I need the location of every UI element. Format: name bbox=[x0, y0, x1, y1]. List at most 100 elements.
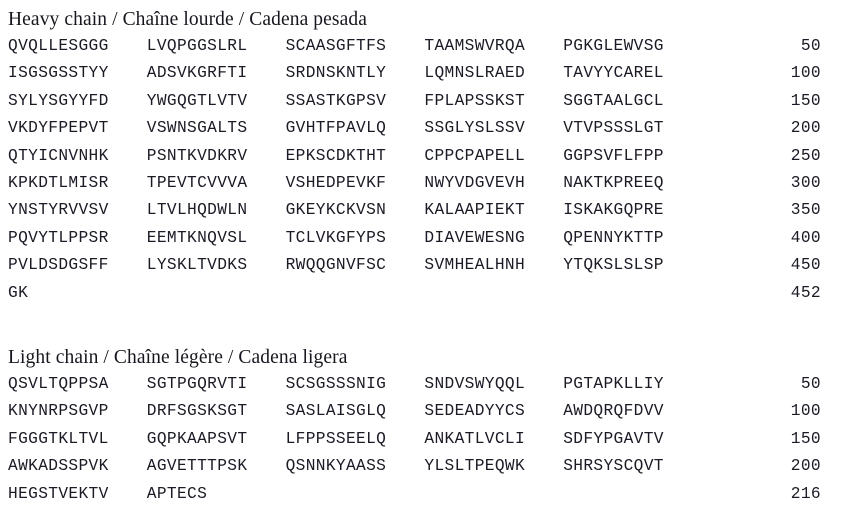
sequence-group bbox=[286, 280, 425, 307]
sequence-group: SVMHEALHNH bbox=[424, 256, 526, 275]
sequence-group: LQMNSLRAED bbox=[424, 64, 526, 83]
sequence-group: GK bbox=[8, 283, 29, 302]
sequence-group: SYLYSGYYFD bbox=[8, 91, 109, 110]
light-chain-sequence-table: QSVLTQPPSA SGTPGQRVTI SCSGSSSNIG SNDVSWY… bbox=[8, 371, 822, 508]
sequence-row: YNSTYRVVSV LTVLHQDWLN GKEYKCKVSN KALAAPI… bbox=[8, 197, 822, 224]
light-chain-block: Light chain / Chaîne légère / Cadena lig… bbox=[8, 344, 822, 508]
sequence-row: GK 452 bbox=[8, 280, 822, 307]
sequence-group: PQVYTLPPSR bbox=[8, 228, 109, 247]
residue-position-number: 200 bbox=[790, 457, 821, 476]
sequence-group bbox=[424, 481, 563, 508]
sequence-group: LVQPGGSLRL bbox=[146, 37, 248, 55]
sequence-group: YWGQGTLVTV bbox=[146, 91, 248, 110]
sequence-group: VKDYFPEPVT bbox=[8, 119, 109, 138]
sequence-group: VSWNSGALTS bbox=[146, 119, 248, 138]
residue-position-number: 300 bbox=[790, 174, 821, 193]
sequence-document-page: Heavy chain / Chaîne lourde / Cadena pes… bbox=[0, 0, 841, 519]
sequence-row: ISGSGSSTYY ADSVKGRFTI SRDNSKNTLY LQMNSLR… bbox=[8, 60, 822, 87]
light-chain-rows: QSVLTQPPSA SGTPGQRVTI SCSGSSSNIG SNDVSWY… bbox=[8, 371, 822, 508]
sequence-group: SGGTAALGCL bbox=[563, 91, 664, 110]
sequence-group bbox=[563, 481, 702, 508]
sequence-group: SCAASGFTFS bbox=[285, 37, 387, 55]
sequence-group: AWDQRQFDVV bbox=[563, 402, 664, 421]
sequence-group: SDFYPGAVTV bbox=[563, 429, 664, 448]
sequence-group: SSASTKGPSV bbox=[285, 91, 387, 110]
residue-position-number: 50 bbox=[800, 37, 821, 55]
sequence-group: FGGGTKLTVL bbox=[8, 429, 109, 448]
sequence-group: QSNNKYAASS bbox=[285, 457, 387, 476]
sequence-group: SHRSYSCQVT bbox=[563, 457, 664, 476]
sequence-group: RWQQGNVFSC bbox=[285, 256, 387, 275]
sequence-group: QVQLLESGGG bbox=[8, 37, 109, 55]
sequence-group bbox=[563, 280, 702, 307]
residue-position-number: 150 bbox=[790, 429, 821, 448]
residue-position-number: 250 bbox=[790, 146, 821, 165]
sequence-group: SEDEADYYCS bbox=[424, 402, 526, 421]
sequence-group: GGPSVFLFPP bbox=[563, 146, 664, 165]
sequence-group: AWKADSSPVK bbox=[8, 457, 109, 476]
sequence-group: TCLVKGFYPS bbox=[285, 228, 387, 247]
sequence-group: APTECS bbox=[146, 484, 208, 503]
sequence-group: SCSGSSSNIG bbox=[285, 375, 387, 394]
chain-separator-gap bbox=[8, 307, 822, 344]
heavy-chain-title: Heavy chain / Chaîne lourde / Cadena pes… bbox=[8, 9, 367, 30]
sequence-group: YNSTYRVVSV bbox=[8, 201, 109, 220]
sequence-group: LTVLHQDWLN bbox=[146, 201, 248, 220]
sequence-group: LFPPSSEELQ bbox=[285, 429, 387, 448]
sequence-group: QTYICNVNHK bbox=[8, 146, 109, 165]
sequence-group: TPEVTCVVVA bbox=[146, 174, 248, 193]
sequence-row: QVQLLESGGG LVQPGGSLRL SCAASGFTFS TAAMSWV… bbox=[8, 33, 822, 60]
sequence-group: NWYVDGVEVH bbox=[424, 174, 526, 193]
sequence-row: PVLDSDGSFF LYSKLTVDKS RWQQGNVFSC SVMHEAL… bbox=[8, 252, 822, 279]
sequence-row: FGGGTKLTVL GQPKAAPSVT LFPPSSEELQ ANKATLV… bbox=[8, 426, 822, 453]
residue-position-number: 100 bbox=[790, 64, 821, 83]
sequence-group: EEMTKNQVSL bbox=[146, 228, 248, 247]
sequence-group: PSNTKVDKRV bbox=[146, 146, 248, 165]
residue-position-number: 400 bbox=[790, 228, 821, 247]
sequence-row: KNYNRPSGVP DRFSGSKSGT SASLAISGLQ SEDEADY… bbox=[8, 398, 822, 425]
sequence-group: GQPKAAPSVT bbox=[146, 429, 248, 448]
sequence-group: SGTPGQRVTI bbox=[146, 375, 248, 394]
sequence-group: CPPCPAPELL bbox=[424, 146, 526, 165]
sequence-row: VKDYFPEPVT VSWNSGALTS GVHTFPAVLQ SSGLYSL… bbox=[8, 115, 822, 142]
sequence-group: KPKDTLMISR bbox=[8, 174, 109, 193]
sequence-group: PVLDSDGSFF bbox=[8, 256, 109, 275]
sequence-group: SSGLYSLSSV bbox=[424, 119, 526, 138]
sequence-group: TAAMSWVRQA bbox=[424, 37, 526, 55]
sequence-row: SYLYSGYYFD YWGQGTLVTV SSASTKGPSV FPLAPSS… bbox=[8, 88, 822, 115]
sequence-group: YLSLTPEQWK bbox=[424, 457, 526, 476]
sequence-row: HEGSTVEKTV APTECS 216 bbox=[8, 481, 822, 508]
sequence-group: YTQKSLSLSP bbox=[563, 256, 664, 275]
residue-position-number: 100 bbox=[790, 402, 821, 421]
light-chain-title: Light chain / Chaîne légère / Cadena lig… bbox=[8, 347, 348, 369]
sequence-group: ANKATLVCLI bbox=[424, 429, 526, 448]
sequence-group: GVHTFPAVLQ bbox=[285, 119, 387, 138]
sequence-group: VTVPSSSLGT bbox=[563, 119, 664, 138]
sequence-group: VSHEDPEVKF bbox=[285, 174, 387, 193]
sequence-row: PQVYTLPPSR EEMTKNQVSL TCLVKGFYPS DIAVEWE… bbox=[8, 225, 822, 252]
residue-position-number: 200 bbox=[790, 119, 821, 138]
sequence-group: KALAAPIEKT bbox=[424, 201, 526, 220]
sequence-group: QSVLTQPPSA bbox=[8, 375, 109, 394]
sequence-group: QPENNYKTTP bbox=[563, 228, 664, 247]
heavy-chain-sequence-table: QVQLLESGGG LVQPGGSLRL SCAASGFTFS TAAMSWV… bbox=[8, 33, 822, 307]
sequence-group: PGKGLEWVSG bbox=[563, 37, 664, 55]
residue-position-number: 216 bbox=[790, 484, 821, 503]
sequence-row: KPKDTLMISR TPEVTCVVVA VSHEDPEVKF NWYVDGV… bbox=[8, 170, 822, 197]
sequence-group: SASLAISGLQ bbox=[285, 402, 387, 421]
residue-position-number: 350 bbox=[790, 201, 821, 220]
sequence-group: PGTAPKLLIY bbox=[563, 375, 664, 394]
sequence-group: DRFSGSKSGT bbox=[146, 402, 248, 421]
sequence-group: ISGSGSSTYY bbox=[8, 64, 109, 83]
sequence-group: FPLAPSSKST bbox=[424, 91, 526, 110]
sequence-group: AGVETTTPSK bbox=[146, 457, 248, 476]
sequence-group: KNYNRPSGVP bbox=[8, 402, 109, 421]
sequence-group bbox=[286, 481, 425, 508]
sequence-group: HEGSTVEKTV bbox=[8, 484, 109, 503]
residue-position-number: 450 bbox=[790, 256, 821, 275]
sequence-group: LYSKLTVDKS bbox=[146, 256, 248, 275]
sequence-row: AWKADSSPVK AGVETTTPSK QSNNKYAASS YLSLTPE… bbox=[8, 453, 822, 480]
sequence-group: EPKSCDKTHT bbox=[285, 146, 387, 165]
sequence-group: ISKAKGQPRE bbox=[563, 201, 664, 220]
sequence-group: TAVYYCAREL bbox=[563, 64, 664, 83]
